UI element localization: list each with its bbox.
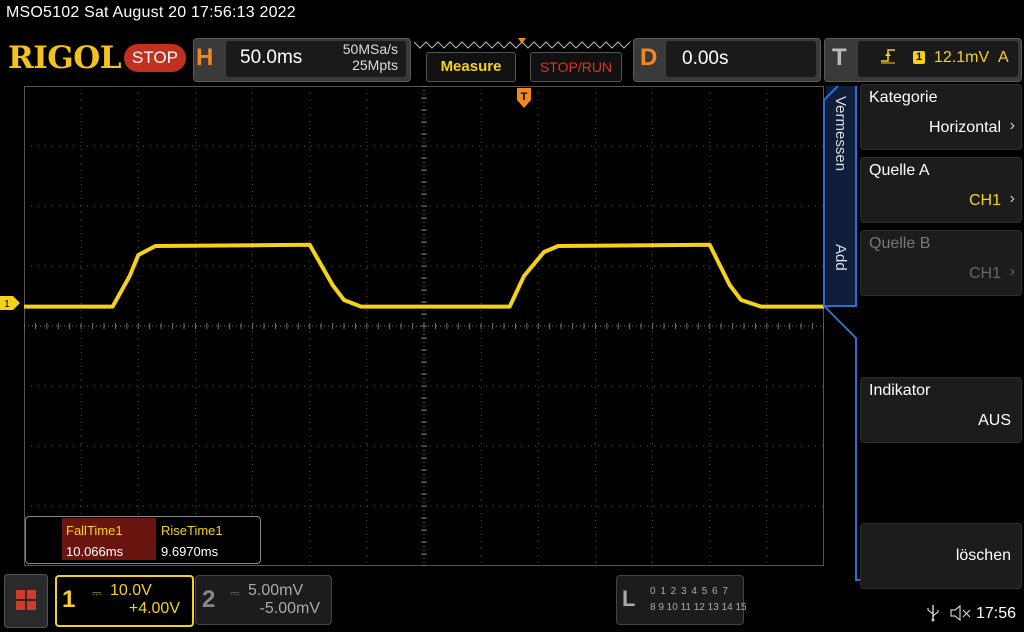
- measurement-value: 10.066ms: [66, 544, 124, 559]
- menu-item-value: AUS: [978, 412, 1011, 429]
- speaker-muted-icon[interactable]: [950, 604, 972, 622]
- rising-edge-icon: [881, 49, 895, 64]
- logic-channels-row1: 0 1 2 3 4 5 6 7: [650, 586, 729, 597]
- menu-item-value: Horizontal: [928, 119, 1001, 136]
- timebase-value: 50.0ms: [240, 47, 303, 68]
- menu-item-title: Kategorie: [869, 89, 938, 106]
- dc-coupling-icon: ⎓: [230, 586, 240, 600]
- stop-run-button[interactable]: STOP/RUN: [530, 52, 622, 82]
- memory-depth: 25Mpts: [352, 57, 398, 73]
- memory-position-indicator: [414, 38, 631, 49]
- ch1-offset: +4.00V: [128, 600, 180, 617]
- measurement-name: RiseTime1: [161, 523, 223, 538]
- delay-label: D: [640, 44, 658, 71]
- main-menu-button[interactable]: [4, 574, 48, 628]
- svg-text:1: 1: [4, 299, 10, 310]
- menu-item-value: CH1: [968, 192, 1001, 209]
- ch1-scale: 10.0V: [110, 582, 152, 599]
- menu-item-title: Quelle B: [869, 235, 931, 252]
- ch2-label: 2: [202, 586, 216, 613]
- menu-loeschen[interactable]: löschen: [860, 523, 1022, 589]
- tab-add[interactable]: Add: [826, 244, 856, 294]
- trigger-mode: A: [998, 49, 1009, 66]
- tab-vermessen[interactable]: Vermessen: [826, 96, 856, 196]
- clock: 17:56: [976, 605, 1017, 622]
- chevron-right-icon: ›: [1009, 190, 1015, 207]
- brand-logo: RIGOL: [8, 40, 122, 76]
- sample-rate: 50MSa/s: [342, 41, 398, 57]
- status-line: MSO5102 Sat August 20 17:56:13 2022: [6, 4, 296, 21]
- ch1-ground-marker[interactable]: 1: [0, 296, 20, 310]
- menu-quelle-a[interactable]: Quelle A CH1 ›: [860, 157, 1022, 223]
- memory-trigger-marker: [518, 38, 526, 44]
- logic-label: L: [622, 586, 636, 611]
- trigger-level: 12.1mV: [934, 49, 990, 66]
- menu-quelle-b: Quelle B CH1 ›: [860, 230, 1022, 296]
- tab-label: Add: [832, 244, 849, 271]
- usb-icon: [927, 605, 939, 622]
- delay-value: 0.00s: [682, 48, 729, 69]
- dc-coupling-icon: ⎓: [92, 586, 102, 600]
- measurement-name: FallTime1: [66, 523, 123, 538]
- trigger-position-marker[interactable]: T: [515, 88, 533, 110]
- measurement-value: 9.6970ms: [161, 544, 219, 559]
- trigger-label: T: [832, 44, 847, 71]
- ch1-label: 1: [62, 586, 76, 613]
- ch2-scale: 5.00mV: [248, 582, 304, 599]
- waveform-display[interactable]: [24, 86, 824, 566]
- graticule: [24, 86, 824, 566]
- tab-label: Vermessen: [832, 96, 849, 172]
- menu-indikator[interactable]: Indikator AUS: [860, 377, 1022, 443]
- menu-kategorie[interactable]: Kategorie Horizontal ›: [860, 84, 1022, 150]
- menu-item-title: Quelle A: [869, 162, 930, 179]
- menu-item-value: löschen: [955, 547, 1011, 564]
- run-state-badge[interactable]: STOP: [124, 44, 186, 72]
- menu-item-title: Indikator: [869, 382, 931, 399]
- menu-item-value: CH1: [968, 265, 1001, 282]
- chevron-right-icon: ›: [1009, 117, 1015, 134]
- chevron-right-icon: ›: [1009, 263, 1015, 280]
- measure-button[interactable]: Measure: [426, 52, 516, 82]
- ch2-offset: -5.00mV: [259, 600, 320, 617]
- logic-channels-row2: 8 9 10 11 12 13 14 15: [650, 602, 747, 613]
- horizontal-label: H: [196, 44, 214, 71]
- trigger-source-badge: 1: [913, 51, 925, 64]
- svg-text:T: T: [521, 91, 528, 103]
- grid-menu-icon: [16, 590, 36, 610]
